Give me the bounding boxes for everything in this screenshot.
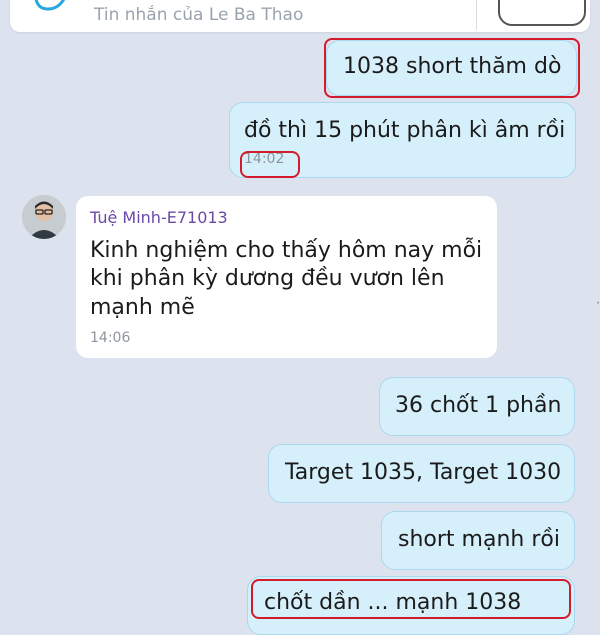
- highlight-box: [324, 38, 580, 98]
- message-text-line: khi phân kỳ dương đều vươn lên: [90, 266, 445, 292]
- highlight-box: [251, 579, 571, 619]
- divider: [476, 0, 477, 30]
- outgoing-message[interactable]: short mạnh rồi: [381, 511, 575, 570]
- chat-bubble-icon: [34, 0, 70, 17]
- scroll-indicator: ·: [596, 296, 600, 310]
- message-time: 14:06: [90, 329, 131, 346]
- outgoing-message[interactable]: Target 1035, Target 1030: [268, 444, 575, 503]
- message-input-bar: Tin nhắn của Le Ba Thao: [10, 0, 590, 32]
- message-text: Target 1035, Target 1030: [285, 460, 562, 485]
- message-text: short mạnh rồi: [398, 527, 560, 552]
- message-input[interactable]: Tin nhắn của Le Ba Thao: [94, 5, 303, 25]
- send-button[interactable]: [498, 0, 586, 26]
- highlight-box: [240, 151, 300, 178]
- sender-name[interactable]: Tuệ Minh-E71013: [90, 208, 497, 229]
- outgoing-message[interactable]: 36 chốt 1 phần: [379, 377, 575, 436]
- message-text-line: mạnh mẽ: [90, 294, 195, 320]
- message-text: đồ thì 15 phút phân kì âm rồi: [244, 118, 566, 143]
- message-text-line: Kinh nghiệm cho thấy hôm nay mỗi: [90, 237, 483, 263]
- message-text: 36 chốt 1 phần: [395, 393, 562, 418]
- sender-avatar[interactable]: [22, 195, 66, 239]
- incoming-message[interactable]: Tuệ Minh-E71013 Kinh nghiệm cho thấy hôm…: [76, 196, 497, 358]
